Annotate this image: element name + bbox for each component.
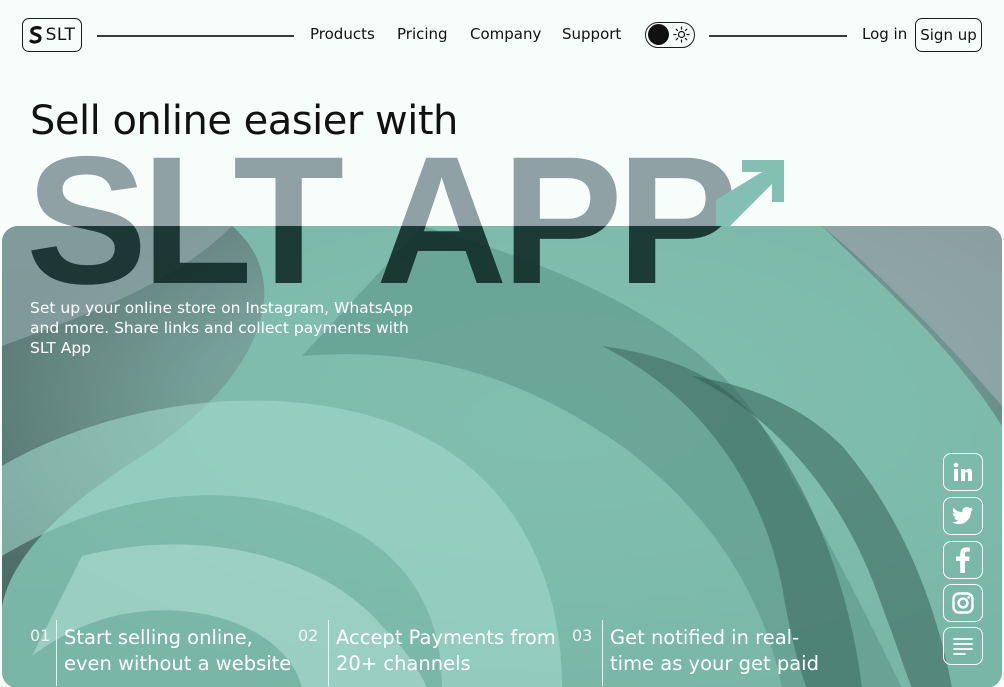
feature-divider bbox=[56, 620, 57, 686]
nav-support[interactable]: Support bbox=[562, 25, 621, 43]
feature-line: Get notified in real- bbox=[610, 626, 800, 649]
feature-number: 02 bbox=[298, 626, 319, 645]
fabric-illustration bbox=[2, 226, 1002, 687]
toggle-knob bbox=[648, 24, 669, 45]
feature-line: 20+ channels bbox=[336, 652, 471, 675]
menu-button[interactable] bbox=[943, 627, 983, 665]
feature-item: Start selling online, even without a web… bbox=[64, 625, 291, 677]
feature-number: 01 bbox=[30, 626, 51, 645]
signup-button[interactable]: Sign up bbox=[915, 18, 982, 52]
twitter-icon bbox=[952, 507, 973, 525]
feature-line: Start selling online, bbox=[64, 626, 253, 649]
instagram-button[interactable] bbox=[943, 584, 983, 622]
linkedin-button[interactable] bbox=[943, 453, 983, 491]
sun-icon bbox=[673, 26, 690, 43]
twitter-button[interactable] bbox=[943, 497, 983, 535]
nav-pricing[interactable]: Pricing bbox=[397, 25, 448, 43]
menu-icon bbox=[953, 638, 973, 655]
hero-subtitle: Set up your online store on Instagram, W… bbox=[30, 299, 414, 357]
feature-line: even without a website bbox=[64, 652, 292, 675]
arrow-up-right-icon bbox=[716, 160, 784, 226]
nav-products[interactable]: Products bbox=[310, 25, 375, 43]
hero-headline: Sell online easier with bbox=[30, 98, 458, 144]
facebook-icon bbox=[956, 547, 970, 573]
logo-s-icon bbox=[28, 26, 42, 44]
feature-number: 03 bbox=[572, 626, 593, 645]
hero-image bbox=[2, 226, 1002, 687]
theme-toggle[interactable] bbox=[645, 22, 695, 48]
facebook-button[interactable] bbox=[943, 541, 983, 579]
feature-item: Accept Payments from 20+ channels bbox=[336, 625, 556, 677]
logo-text: SLT bbox=[45, 25, 76, 45]
nav-company[interactable]: Company bbox=[470, 25, 541, 43]
linkedin-icon bbox=[953, 462, 972, 481]
logo-button[interactable]: SLT bbox=[22, 18, 82, 52]
login-link[interactable]: Log in bbox=[862, 25, 907, 43]
feature-line: time as your get paid bbox=[610, 652, 819, 675]
feature-line: Accept Payments from bbox=[336, 626, 556, 649]
feature-divider bbox=[602, 620, 603, 686]
instagram-icon bbox=[952, 592, 974, 614]
feature-item: Get notified in real- time as your get p… bbox=[610, 625, 819, 677]
header-divider-left bbox=[97, 35, 294, 37]
header-divider-right bbox=[709, 35, 847, 37]
feature-divider bbox=[328, 620, 329, 686]
landing-page: SLT Products Pricing Company Support Log… bbox=[0, 0, 1004, 687]
